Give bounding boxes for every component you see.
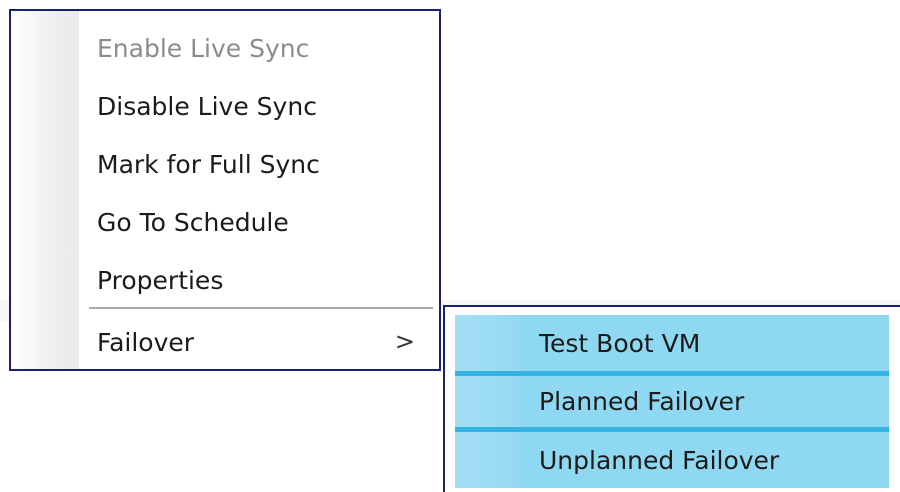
submenu-icon-gutter [455,376,519,427]
submenu-item-planned-failover[interactable]: Planned Failover [455,376,889,427]
screen: Enable Live Sync Disable Live Sync Mark … [0,0,900,492]
failover-submenu: Test Boot VM Planned Failover Unplanned … [443,305,900,492]
context-menu: Enable Live Sync Disable Live Sync Mark … [9,9,441,371]
menu-item-label: Go To Schedule [97,207,289,237]
menu-item-mark-for-full-sync[interactable]: Mark for Full Sync [11,135,439,193]
menu-item-enable-live-sync: Enable Live Sync [11,19,439,77]
submenu-item-label: Planned Failover [539,387,745,416]
menu-item-properties[interactable]: Properties [11,251,439,309]
menu-separator [89,307,433,309]
chevron-right-icon: > [394,327,415,356]
menu-item-failover[interactable]: Failover > [11,313,439,371]
submenu-item-label: Test Boot VM [539,328,701,358]
menu-item-label: Failover [97,327,195,357]
submenu-item-unplanned-failover[interactable]: Unplanned Failover [455,432,889,488]
menu-item-label: Disable Live Sync [97,91,317,121]
menu-item-label: Mark for Full Sync [97,149,320,179]
menu-item-label: Enable Live Sync [97,33,310,63]
menu-item-go-to-schedule[interactable]: Go To Schedule [11,193,439,251]
menu-item-disable-live-sync[interactable]: Disable Live Sync [11,77,439,135]
submenu-icon-gutter [455,315,519,371]
submenu-item-label: Unplanned Failover [539,445,780,475]
submenu-item-test-boot-vm[interactable]: Test Boot VM [455,315,889,371]
submenu-icon-gutter [455,432,519,488]
menu-item-label: Properties [97,265,224,295]
